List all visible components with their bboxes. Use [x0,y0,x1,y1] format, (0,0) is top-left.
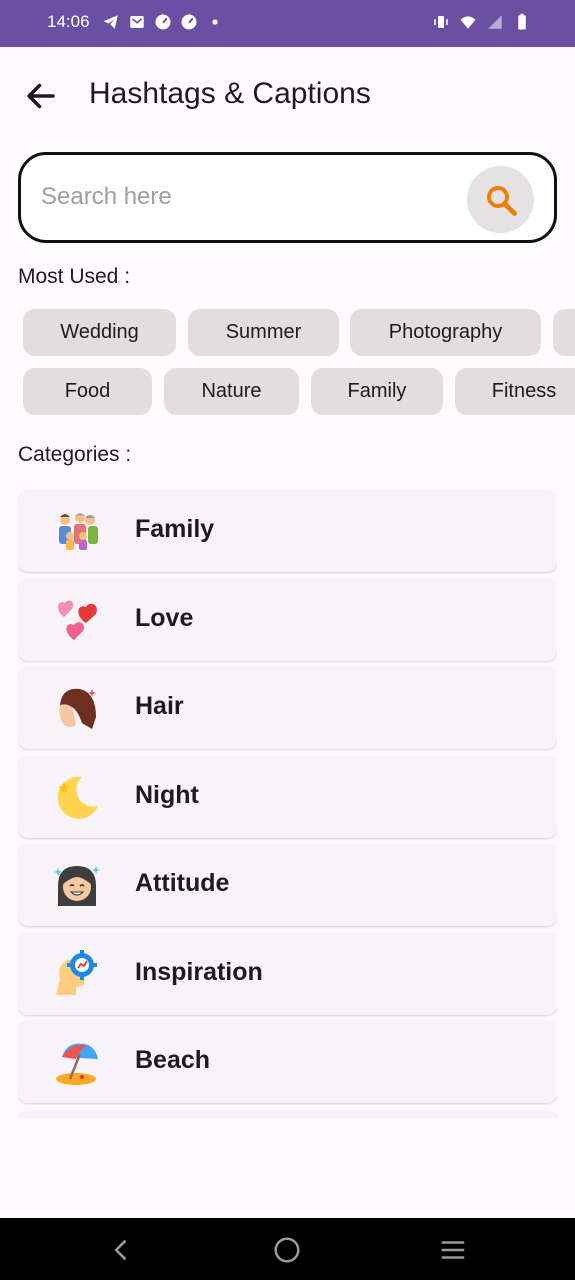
page-title: Hashtags & Captions [89,77,371,110]
categories-list: Family Love Hair Night Attitude Inspirat… [18,490,557,1118]
app-bar: Hashtags & Captions [0,47,575,144]
most-used-row-2: Food Nature Family Fitness [0,368,575,416]
battery-icon [518,13,526,30]
beach-umbrella-icon [56,1043,98,1085]
speed-icon [181,14,197,30]
back-button[interactable] [20,75,62,117]
system-nav-bar [0,1218,575,1280]
nav-home-button[interactable] [271,1234,303,1266]
chip-wedding[interactable]: Wedding [23,309,176,356]
mail-icon [130,16,144,28]
system-icons [432,13,531,31]
category-beach[interactable]: Beach [18,1021,557,1103]
vibrate-icon [434,16,448,28]
signal-icon [488,15,502,29]
notification-icons [102,13,224,31]
category-family[interactable]: Family [18,490,557,572]
search-button[interactable] [467,166,534,233]
speed-icon [155,14,171,30]
search-icon [486,185,517,216]
chip-fitness[interactable]: Fitness [455,368,575,415]
telegram-icon [103,15,118,29]
search-bar [18,152,557,243]
category-label: Hair [135,692,184,720]
inspiration-icon [56,950,97,995]
category-label: Inspiration [135,958,263,986]
wifi-icon [460,16,476,29]
nav-menu-icon [441,1241,465,1259]
dot-icon [212,19,218,25]
chip-family[interactable]: Family [311,368,443,415]
chip-partial[interactable] [553,309,575,356]
nav-home-icon [274,1237,300,1263]
category-love[interactable]: Love [18,579,557,661]
category-hair[interactable]: Hair [18,667,557,749]
category-inspiration[interactable]: Inspiration [18,933,557,1015]
status-time: 14:06 [47,12,90,31]
category-partial[interactable] [18,1110,557,1118]
attitude-icon [54,866,100,906]
hair-icon [59,688,96,729]
chip-photography[interactable]: Photography [350,309,541,356]
arrow-back-icon [27,83,55,109]
chip-nature[interactable]: Nature [164,368,299,415]
status-bar: 14:06 [0,0,575,47]
category-night[interactable]: Night [18,756,557,838]
category-label: Night [135,781,199,809]
search-input[interactable] [41,175,461,219]
category-label: Beach [135,1046,211,1074]
category-label: Family [135,515,215,543]
chip-summer[interactable]: Summer [188,309,339,356]
nav-back-icon [114,1239,127,1261]
nav-back-button[interactable] [106,1234,138,1266]
category-attitude[interactable]: Attitude [18,844,557,926]
categories-label: Categories : [18,443,132,466]
most-used-label: Most Used : [18,265,131,288]
chip-food[interactable]: Food [23,368,152,415]
most-used-row-1: Wedding Summer Photography [0,309,575,357]
hearts-icon [57,600,97,640]
moon-icon [57,776,98,819]
family-icon [59,513,98,550]
category-label: Love [135,604,194,632]
nav-menu-button[interactable] [437,1234,469,1266]
category-label: Attitude [135,869,230,897]
